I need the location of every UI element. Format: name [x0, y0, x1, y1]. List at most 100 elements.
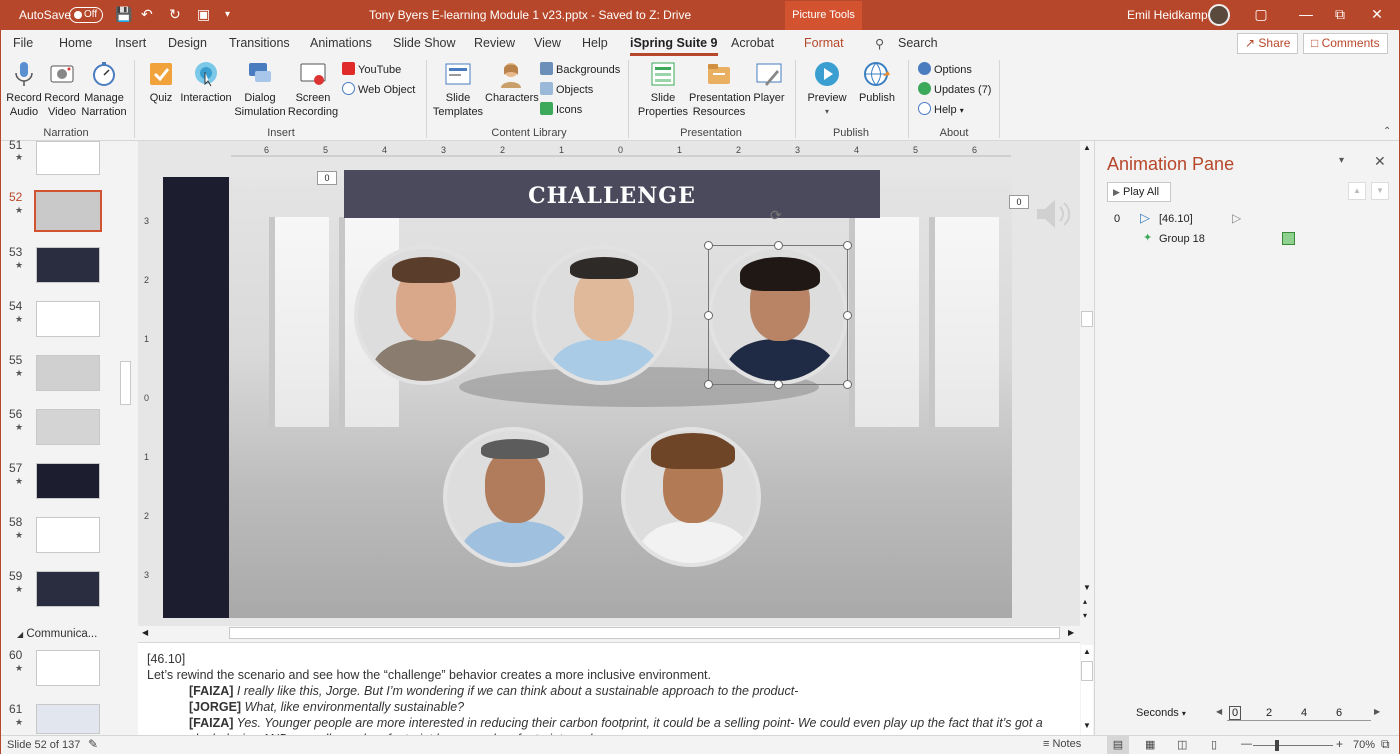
fit-to-window-icon[interactable]: ⧉: [1381, 737, 1390, 752]
dialog-simulation-button[interactable]: Dialog Simulation: [233, 60, 287, 119]
slide-thumbnail[interactable]: [36, 355, 100, 391]
tab-transitions[interactable]: Transitions: [229, 36, 290, 50]
timeline-right-icon[interactable]: ▶: [1374, 707, 1380, 716]
scroll-right-icon[interactable]: ▶: [1068, 628, 1074, 637]
person-photo-man-beard[interactable]: [354, 245, 494, 385]
avatar[interactable]: [1208, 4, 1230, 26]
zoom-slider-thumb[interactable]: [1275, 740, 1279, 751]
customize-qat-icon[interactable]: ▾: [225, 9, 230, 20]
objects-button[interactable]: Objects: [540, 82, 593, 97]
tab-slide-show[interactable]: Slide Show: [393, 36, 456, 50]
scroll-up-icon[interactable]: ▲: [1083, 143, 1091, 152]
thumbnails-scrollbar[interactable]: [120, 141, 132, 735]
save-icon[interactable]: 💾: [115, 6, 132, 23]
slide-thumbnail[interactable]: [36, 517, 100, 553]
slide-sorter-icon[interactable]: ▦: [1145, 738, 1155, 751]
slide-templates-button[interactable]: Slide Templates: [431, 60, 485, 119]
undo-icon[interactable]: ↶: [141, 6, 153, 23]
tab-view[interactable]: View: [534, 36, 561, 50]
redo-icon[interactable]: ↻: [169, 6, 181, 23]
scrollbar-thumb[interactable]: [120, 361, 131, 405]
next-slide-icon[interactable]: ▾: [1083, 611, 1087, 620]
resize-handle[interactable]: [704, 380, 713, 389]
animation-list-item[interactable]: 0 ▷ [46.10] ▷: [1095, 209, 1399, 229]
publish-button[interactable]: Publish: [855, 60, 899, 105]
collapse-ribbon-icon[interactable]: ⌃: [1383, 126, 1391, 137]
tab-file[interactable]: File: [13, 36, 33, 50]
timeline-left-icon[interactable]: ◀: [1216, 707, 1222, 716]
normal-view-icon[interactable]: ▤: [1107, 736, 1129, 754]
tab-help[interactable]: Help: [582, 36, 608, 50]
record-audio-button[interactable]: Record Audio: [5, 60, 43, 119]
section-header[interactable]: ◢ Communica...: [17, 628, 97, 640]
scroll-left-icon[interactable]: ◀: [142, 628, 148, 637]
slide-thumbnail[interactable]: [36, 247, 100, 283]
tab-review[interactable]: Review: [474, 36, 515, 50]
scroll-down-icon[interactable]: ▼: [1083, 583, 1091, 592]
interaction-button[interactable]: Interaction: [179, 60, 233, 105]
resize-handle[interactable]: [704, 311, 713, 320]
slide-thumbnail[interactable]: [36, 141, 100, 175]
present-icon[interactable]: ▣: [197, 6, 210, 23]
rotate-handle-icon[interactable]: ⟳: [770, 207, 782, 224]
player-button[interactable]: Player: [749, 60, 789, 105]
close-icon[interactable]: ✕: [1367, 6, 1387, 23]
scroll-up-icon[interactable]: ▲: [1083, 647, 1091, 656]
web-object-button[interactable]: Web Object: [342, 82, 415, 97]
presentation-resources-button[interactable]: Presentation Resources: [689, 60, 751, 119]
user-name[interactable]: Emil Heidkamp: [1127, 8, 1208, 22]
search-icon[interactable]: ⚲: [875, 36, 884, 51]
slide-thumbnail[interactable]: [36, 704, 100, 734]
icons-button[interactable]: Icons: [540, 102, 582, 117]
minimize-icon[interactable]: —: [1296, 6, 1316, 22]
zoom-in-icon[interactable]: +: [1336, 737, 1343, 751]
notes-toggle[interactable]: ≡ Notes: [1043, 738, 1081, 750]
zoom-level[interactable]: 70%: [1353, 739, 1375, 751]
manage-narration-button[interactable]: Manage Narration: [81, 60, 127, 119]
scrollbar-thumb[interactable]: [1081, 661, 1093, 681]
search-box[interactable]: Search: [898, 36, 938, 50]
tab-home[interactable]: Home: [59, 36, 92, 50]
notes-scrollbar[interactable]: ▲ ▼: [1081, 645, 1093, 735]
options-button[interactable]: Options: [918, 62, 972, 77]
comments-button[interactable]: □ Comments: [1303, 33, 1388, 54]
close-pane-icon[interactable]: ✕: [1374, 153, 1386, 170]
slide-thumbnail[interactable]: [36, 409, 100, 445]
preview-button[interactable]: Preview ▾: [805, 60, 849, 119]
youtube-button[interactable]: YouTube: [342, 62, 401, 77]
move-up-icon[interactable]: ▲: [1348, 182, 1366, 200]
person-photo-man-glasses[interactable]: [532, 245, 672, 385]
slide-thumbnail[interactable]: [36, 301, 100, 337]
slide-thumbnail[interactable]: [36, 463, 100, 499]
resize-handle[interactable]: [774, 241, 783, 250]
spelling-icon[interactable]: ✎: [88, 737, 98, 751]
quiz-button[interactable]: Quiz: [143, 60, 179, 105]
speaker-icon[interactable]: [1035, 197, 1075, 231]
screen-recording-button[interactable]: Screen Recording: [287, 60, 339, 119]
zoom-out-icon[interactable]: —: [1241, 738, 1252, 750]
slideshow-icon[interactable]: ▯: [1211, 738, 1217, 751]
slide-vertical-scrollbar[interactable]: ▲ ▼ ▴ ▾: [1081, 141, 1093, 626]
zoom-slider[interactable]: [1253, 740, 1333, 751]
updates-button[interactable]: Updates (7): [918, 82, 991, 97]
pane-options-icon[interactable]: ▾: [1339, 155, 1344, 166]
record-video-button[interactable]: Record Video: [43, 60, 81, 119]
timeline-unit-dropdown[interactable]: Seconds ▾: [1136, 707, 1186, 719]
tab-ispring-suite[interactable]: iSpring Suite 9: [630, 36, 718, 56]
characters-button[interactable]: Characters: [485, 60, 539, 105]
restore-icon[interactable]: ⧉: [1330, 6, 1350, 23]
slide-canvas[interactable]: [163, 177, 1012, 618]
speaker-notes-pane[interactable]: [46.10] Let’s rewind the scenario and se…: [138, 642, 1080, 735]
play-all-button[interactable]: ▶ Play All: [1107, 182, 1171, 202]
slide-title-banner[interactable]: CHALLENGE: [344, 170, 880, 218]
slide-thumbnail[interactable]: [36, 571, 100, 607]
tab-acrobat[interactable]: Acrobat: [731, 36, 774, 50]
tab-insert[interactable]: Insert: [115, 36, 146, 50]
reading-view-icon[interactable]: ◫: [1177, 738, 1187, 751]
resize-handle[interactable]: [843, 241, 852, 250]
autosave-toggle[interactable]: Off: [69, 7, 103, 23]
resize-handle[interactable]: [843, 380, 852, 389]
tab-design[interactable]: Design: [168, 36, 207, 50]
tab-format[interactable]: Format: [804, 36, 844, 50]
scrollbar-thumb[interactable]: [229, 627, 1060, 639]
